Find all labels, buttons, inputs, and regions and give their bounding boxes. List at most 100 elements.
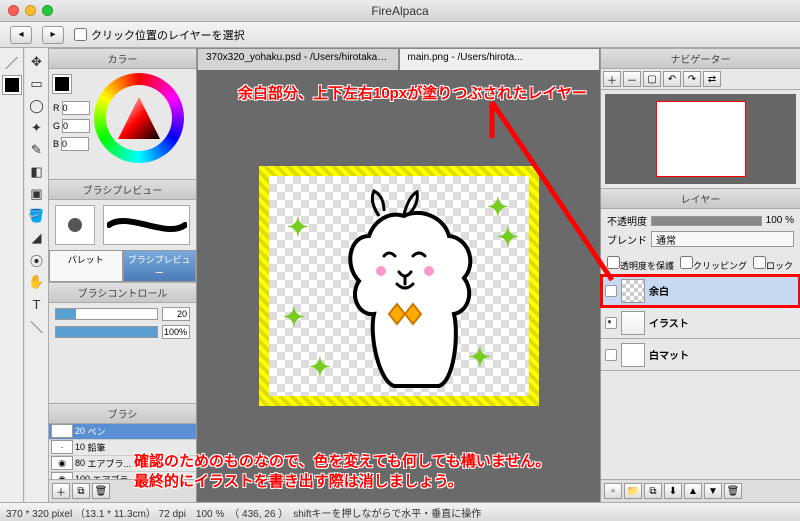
text-tool-icon[interactable]: T bbox=[27, 294, 47, 314]
rotate-left-icon[interactable]: ↶ bbox=[663, 71, 681, 87]
merge-layer-icon[interactable]: ⬇ bbox=[664, 483, 682, 499]
select-tool-icon[interactable]: ▭ bbox=[27, 74, 47, 94]
layer-down-icon[interactable]: ▼ bbox=[704, 483, 722, 499]
fg-color[interactable] bbox=[53, 75, 71, 93]
brush-opacity-value[interactable] bbox=[162, 325, 190, 339]
svg-text:✦: ✦ bbox=[309, 352, 331, 382]
new-layer-icon[interactable]: ▫ bbox=[604, 483, 622, 499]
layer-name: 余白 bbox=[649, 283, 669, 298]
layer-ops: ▫ 📁 ⧉ ⬇ ▲ ▼ 🗑 bbox=[601, 479, 800, 502]
navigator-thumb bbox=[656, 101, 746, 177]
layer-row-yohaku[interactable]: 余白 bbox=[601, 275, 800, 307]
brush-preview bbox=[49, 200, 196, 250]
visibility-toggle-icon[interactable] bbox=[605, 349, 617, 361]
color-swatch[interactable] bbox=[3, 76, 21, 94]
r-label: R bbox=[53, 103, 60, 113]
left-panel: カラー R G B ブラシプレビュー パレット ブラシプレビュー ブラシコントロ… bbox=[49, 48, 197, 502]
lasso-tool-icon[interactable]: ◯ bbox=[27, 96, 47, 116]
brush-thumb-icon: ◉ bbox=[51, 472, 73, 479]
brush-stroke-icon bbox=[103, 205, 190, 245]
minimize-icon[interactable] bbox=[25, 5, 36, 16]
layer-row-illust[interactable]: イラスト bbox=[601, 307, 800, 339]
navigator-header: ナビゲーター bbox=[601, 48, 800, 69]
window-titlebar: FireAlpaca bbox=[0, 0, 800, 22]
traffic-lights bbox=[8, 5, 53, 16]
tab-palette[interactable]: パレット bbox=[49, 250, 123, 282]
del-brush-icon[interactable]: 🗑 bbox=[92, 483, 110, 499]
fill-tool-icon[interactable]: ▣ bbox=[27, 184, 47, 204]
bucket-tool-icon[interactable]: 🪣 bbox=[27, 206, 47, 226]
layer-name: 白マット bbox=[649, 347, 689, 362]
g-label: G bbox=[53, 121, 60, 131]
redo-button[interactable]: ▸ bbox=[42, 26, 64, 44]
g-input[interactable] bbox=[62, 119, 90, 133]
layer-thumb-icon bbox=[621, 279, 645, 303]
document-tab[interactable]: 370x320_yohaku.psd - /Users/hirotakazuto… bbox=[197, 48, 399, 70]
line-tool-icon[interactable]: ＼ bbox=[27, 316, 47, 336]
zoom-in-icon[interactable]: ＋ bbox=[603, 71, 621, 87]
layer-up-icon[interactable]: ▲ bbox=[684, 483, 702, 499]
select-layer-checkbox[interactable] bbox=[74, 28, 87, 41]
close-icon[interactable] bbox=[8, 5, 19, 16]
dup-layer-icon[interactable]: ⧉ bbox=[644, 483, 662, 499]
svg-text:✦: ✦ bbox=[469, 342, 491, 372]
undo-button[interactable]: ◂ bbox=[10, 26, 32, 44]
wand-tool-icon[interactable]: ✦ bbox=[27, 118, 47, 138]
brush-tip-icon bbox=[55, 205, 95, 245]
annotation-arrow-icon bbox=[482, 98, 622, 288]
b-label: B bbox=[53, 139, 59, 149]
eraser-tool-icon[interactable]: ◧ bbox=[27, 162, 47, 182]
annotation-note: 確認のためのものなので、色を変えても何しても構いません。 最終的にイラストを書き… bbox=[134, 452, 550, 491]
lock[interactable]: ロック bbox=[753, 256, 793, 272]
fit-icon[interactable]: ▢ bbox=[643, 71, 661, 87]
brush-preview-header: ブラシプレビュー bbox=[49, 179, 196, 200]
svg-text:✦: ✦ bbox=[287, 212, 309, 242]
visibility-toggle-icon[interactable] bbox=[605, 317, 617, 329]
svg-text:✦: ✦ bbox=[283, 302, 305, 332]
brush-size-slider[interactable] bbox=[55, 308, 158, 320]
r-input[interactable] bbox=[62, 101, 90, 115]
delete-layer-icon[interactable]: 🗑 bbox=[724, 483, 742, 499]
layer-list: 余白 イラスト 白マット bbox=[601, 275, 800, 479]
tab-brush-preview[interactable]: ブラシプレビュー bbox=[123, 250, 197, 282]
brush-tool-icon[interactable]: ／ bbox=[2, 52, 22, 72]
clipping[interactable]: クリッピング bbox=[680, 256, 747, 272]
layer-row-whitematte[interactable]: 白マット bbox=[601, 339, 800, 371]
layers-header: レイヤー bbox=[601, 188, 800, 209]
brush-control-header: ブラシコントロール bbox=[49, 282, 196, 303]
hand-tool-icon[interactable]: ✋ bbox=[27, 272, 47, 292]
brush-size-value[interactable] bbox=[162, 307, 190, 321]
blend-mode-select[interactable]: 通常 bbox=[651, 231, 794, 247]
annotation-margin-layer: 余白部分、上下左右10pxが塗りつぶされたレイヤー bbox=[238, 82, 587, 103]
layer-opacity-slider[interactable] bbox=[651, 216, 762, 226]
right-panel: ナビゲーター ＋ － ▢ ↶ ↷ ⇄ レイヤー 不透明度100 % ブレンド通常… bbox=[600, 48, 800, 502]
color-picker: R G B bbox=[49, 69, 196, 179]
dup-brush-icon[interactable]: ⧉ bbox=[72, 483, 90, 499]
brush-opacity-slider[interactable] bbox=[55, 326, 158, 338]
brush-list-header: ブラシ bbox=[49, 403, 196, 424]
navigator-view[interactable] bbox=[605, 94, 796, 184]
window-title: FireAlpaca bbox=[0, 4, 800, 18]
eyedrop-tool-icon[interactable]: ⦿ bbox=[27, 250, 47, 270]
layer-thumb-icon bbox=[621, 311, 645, 335]
flip-icon[interactable]: ⇄ bbox=[703, 71, 721, 87]
document-tab-active[interactable]: main.png - /Users/hirota... bbox=[399, 48, 601, 70]
brush-row[interactable]: ●20 ペン bbox=[49, 424, 196, 440]
pen-tool-icon[interactable]: ✎ bbox=[27, 140, 47, 160]
zoom-icon[interactable] bbox=[42, 5, 53, 16]
top-toolbar: ◂ ▸ クリック位置のレイヤーを選択 bbox=[0, 22, 800, 48]
select-layer-at-click[interactable]: クリック位置のレイヤーを選択 bbox=[74, 27, 245, 43]
opacity-value: 100 % bbox=[766, 215, 794, 226]
rotate-right-icon[interactable]: ↷ bbox=[683, 71, 701, 87]
add-brush-icon[interactable]: ＋ bbox=[52, 483, 70, 499]
b-input[interactable] bbox=[61, 137, 89, 151]
new-folder-icon[interactable]: 📁 bbox=[624, 483, 642, 499]
brush-thumb-icon: ● bbox=[51, 424, 73, 438]
move-tool-icon[interactable]: ✥ bbox=[27, 52, 47, 72]
color-wheel[interactable] bbox=[94, 73, 184, 163]
gradient-tool-icon[interactable]: ◢ bbox=[27, 228, 47, 248]
select-layer-label: クリック位置のレイヤーを選択 bbox=[91, 27, 245, 43]
layer-thumb-icon bbox=[621, 343, 645, 367]
zoom-out-icon[interactable]: － bbox=[623, 71, 641, 87]
tool-column-1: ／ bbox=[0, 48, 24, 502]
